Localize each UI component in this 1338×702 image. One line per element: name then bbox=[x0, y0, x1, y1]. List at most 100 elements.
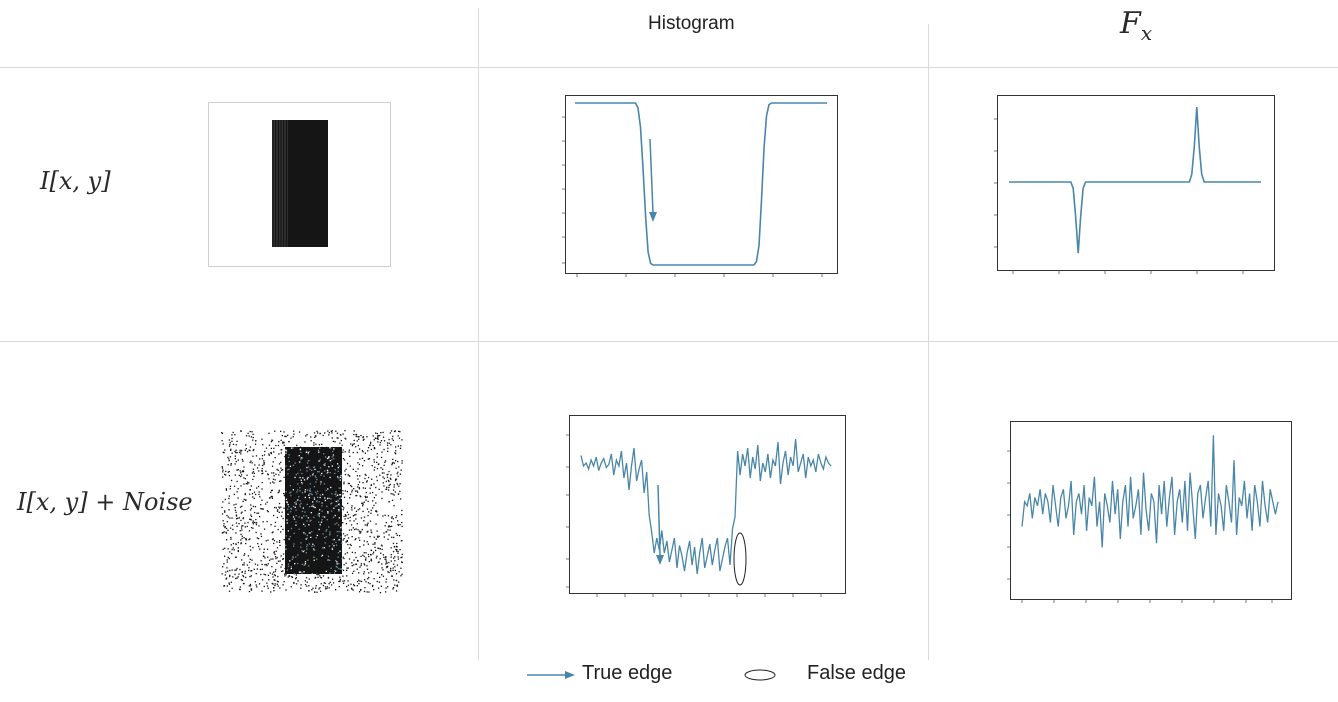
noise-pixel bbox=[228, 495, 230, 497]
noise-pixel bbox=[256, 568, 258, 570]
noise-pixel bbox=[325, 530, 327, 532]
noise-pixel bbox=[273, 472, 275, 474]
fx-clean-chart bbox=[994, 95, 1275, 274]
noise-pixel bbox=[222, 501, 224, 503]
noise-pixel bbox=[390, 478, 392, 480]
noise-pixel bbox=[223, 585, 226, 587]
noise-pixel bbox=[227, 529, 229, 531]
noise-pixel bbox=[351, 551, 353, 553]
noise-pixel bbox=[398, 430, 400, 432]
noise-pixel bbox=[342, 556, 344, 558]
noise-pixel bbox=[331, 493, 333, 495]
noise-pixel bbox=[239, 506, 242, 508]
noise-pixel bbox=[318, 451, 320, 453]
noise-pixel bbox=[266, 585, 269, 587]
noise-pixel bbox=[333, 458, 335, 460]
legend-false-edge-label: False edge bbox=[807, 662, 906, 684]
noise-pixel bbox=[297, 472, 299, 475]
noise-pixel bbox=[234, 450, 236, 453]
noise-pixel bbox=[367, 450, 369, 452]
noise-pixel bbox=[265, 503, 267, 505]
noise-pixel bbox=[263, 548, 265, 550]
noise-pixel bbox=[270, 524, 272, 526]
noise-pixel bbox=[233, 485, 236, 487]
noise-pixel bbox=[230, 449, 232, 451]
noise-pixel bbox=[375, 549, 377, 552]
noise-pixel bbox=[264, 564, 266, 566]
noise-pixel bbox=[279, 587, 281, 589]
noise-pixel bbox=[308, 578, 310, 580]
noise-pixel bbox=[223, 531, 225, 533]
noise-pixel bbox=[226, 539, 228, 541]
noise-pixel bbox=[365, 581, 367, 583]
noise-pixel bbox=[315, 443, 317, 445]
noise-pixel bbox=[382, 575, 385, 577]
noise-pixel bbox=[324, 582, 326, 584]
noise-pixel bbox=[293, 545, 295, 547]
noise-pixel bbox=[236, 440, 238, 442]
noise-pixel bbox=[337, 476, 339, 478]
noise-pixel bbox=[244, 553, 246, 555]
noise-pixel bbox=[221, 506, 223, 509]
noise-pixel bbox=[351, 562, 353, 564]
noise-pixel bbox=[391, 499, 394, 501]
noise-pixel bbox=[362, 451, 364, 453]
noise-pixel bbox=[274, 556, 277, 558]
noise-pixel bbox=[358, 579, 360, 581]
noise-pixel bbox=[355, 563, 357, 565]
noise-pixel bbox=[394, 452, 396, 454]
noise-pixel bbox=[375, 486, 377, 489]
noise-pixel bbox=[227, 471, 229, 473]
noise-pixel bbox=[293, 430, 295, 432]
noise-pixel bbox=[283, 431, 285, 433]
noise-pixel bbox=[344, 518, 346, 520]
noise-pixel bbox=[290, 527, 293, 530]
noise-pixel bbox=[383, 477, 385, 480]
noise-pixel bbox=[400, 469, 402, 471]
noise-pixel bbox=[345, 514, 347, 517]
noise-pixel bbox=[251, 462, 253, 464]
noise-pixel bbox=[260, 504, 262, 506]
noise-pixel bbox=[392, 588, 394, 590]
noise-pixel bbox=[323, 453, 325, 455]
noise-pixel bbox=[332, 440, 334, 443]
noise-pixel bbox=[280, 452, 282, 454]
noise-pixel bbox=[243, 477, 245, 479]
noise-pixel bbox=[327, 577, 330, 579]
noise-pixel bbox=[295, 577, 297, 579]
noise-pixel bbox=[373, 483, 375, 485]
noise-pixel bbox=[341, 568, 343, 570]
noise-pixel bbox=[230, 464, 232, 466]
noise-pixel bbox=[246, 525, 248, 528]
noise-pixel bbox=[358, 436, 360, 438]
noise-pixel bbox=[261, 499, 263, 501]
noise-pixel bbox=[328, 587, 330, 589]
noise-pixel bbox=[300, 542, 302, 544]
noise-pixel bbox=[237, 497, 239, 499]
noise-pixel bbox=[318, 460, 320, 462]
noise-pixel bbox=[335, 491, 337, 493]
noise-pixel bbox=[228, 497, 230, 500]
noise-pixel bbox=[306, 534, 308, 537]
noise-pixel bbox=[384, 514, 386, 516]
noise-pixel bbox=[313, 444, 315, 446]
noise-pixel bbox=[300, 546, 302, 548]
noise-pixel bbox=[372, 543, 374, 545]
noise-pixel bbox=[319, 459, 321, 461]
noise-pixel bbox=[319, 496, 321, 499]
noise-pixel bbox=[227, 456, 229, 459]
noise-pixel bbox=[256, 487, 258, 489]
noise-pixel bbox=[279, 480, 281, 482]
noise-pixel bbox=[316, 591, 318, 593]
noise-pixel bbox=[338, 562, 340, 565]
noise-pixel bbox=[253, 491, 256, 493]
noise-pixel bbox=[278, 511, 280, 513]
noise-pixel bbox=[401, 553, 403, 555]
noise-pixel bbox=[284, 575, 286, 577]
noise-pixel bbox=[395, 460, 397, 462]
noise-pixel bbox=[322, 493, 324, 496]
noise-pixel bbox=[287, 576, 289, 578]
noise-pixel bbox=[307, 517, 310, 519]
noise-pixel bbox=[356, 523, 358, 525]
noise-pixel bbox=[362, 505, 364, 507]
